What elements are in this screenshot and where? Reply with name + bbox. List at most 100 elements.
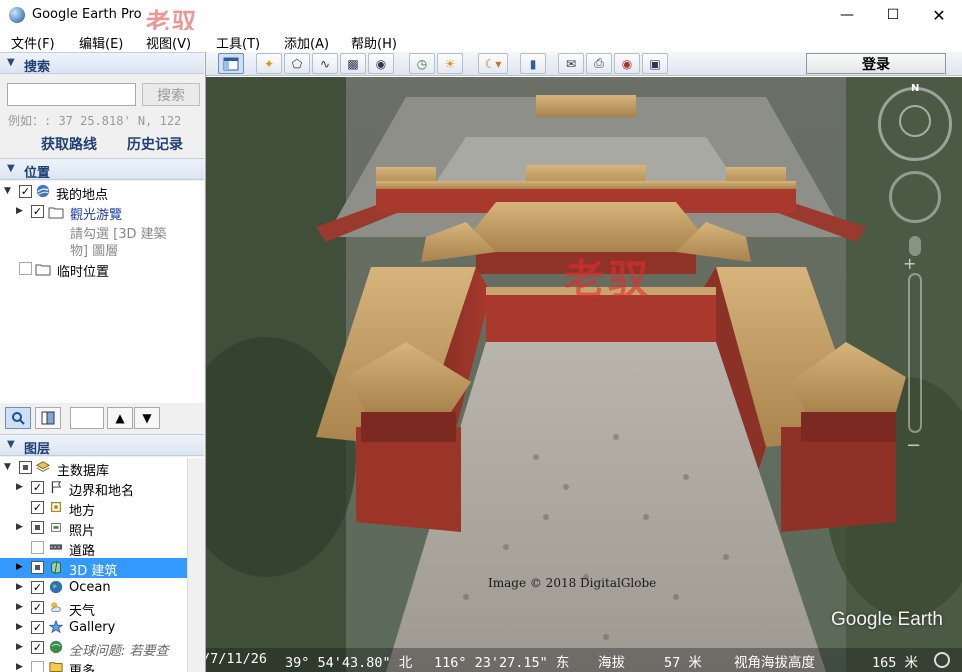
layer-3d-buildings[interactable]: ▶ 3D 建筑: [0, 558, 187, 579]
move-up-button[interactable]: ▲: [107, 407, 133, 429]
email-button[interactable]: ✉: [558, 53, 584, 74]
expand-arrow-icon[interactable]: ▶: [16, 562, 23, 572]
history-link[interactable]: 历史记录: [127, 134, 183, 154]
layer-checkbox[interactable]: [31, 561, 44, 574]
menu-tools[interactable]: 工具(T): [216, 33, 260, 52]
my-places-checkbox[interactable]: ✓: [19, 185, 32, 198]
expand-arrow-icon[interactable]: ▶: [16, 482, 23, 492]
photo-icon: [51, 523, 61, 532]
layer-checkbox[interactable]: ✓: [31, 641, 44, 654]
elevation-label: 海拔: [598, 655, 625, 671]
zoom-out-icon[interactable]: −: [906, 435, 921, 456]
add-overlay-button[interactable]: ▩: [340, 53, 366, 74]
layer-primary-database[interactable]: ▼ 主数据库: [0, 458, 187, 479]
layer-checkbox[interactable]: [31, 661, 44, 672]
menu-file[interactable]: 文件(F): [11, 33, 55, 52]
layer-checkbox[interactable]: ✓: [31, 481, 44, 494]
layer-global-awareness[interactable]: ▶ ✓ 全球问题: 若要查: [0, 638, 187, 659]
places-filter-box[interactable]: [70, 407, 104, 429]
layer-weather[interactable]: ▶ ✓ 天气: [0, 598, 187, 619]
layer-checkbox[interactable]: [31, 541, 44, 554]
layer-ocean[interactable]: ▶ ✓ Ocean: [0, 578, 187, 598]
add-placemark-button[interactable]: ✦: [256, 53, 282, 74]
search-header-label: 搜索: [24, 60, 51, 75]
places-tree: ▼ ✓ 我的地点 ▶ ✓ 觀光游覽 請勾選 [3D 建築 物] 圖層 临时位置: [0, 181, 204, 403]
expand-arrow-icon[interactable]: ▶: [16, 642, 23, 652]
view-in-maps-button[interactable]: ◉: [614, 53, 640, 74]
expand-arrow-icon[interactable]: ▶: [16, 582, 23, 592]
layer-gallery[interactable]: ▶ ✓ Gallery: [0, 618, 187, 638]
menu-add[interactable]: 添加(A): [284, 33, 329, 52]
layer-label: 照片: [69, 524, 96, 539]
planets-button[interactable]: ☾▾: [478, 53, 508, 74]
layer-checkbox[interactable]: [19, 461, 32, 474]
search-section-header[interactable]: ▼ 搜索: [0, 52, 204, 75]
layer-checkbox[interactable]: ✓: [31, 621, 44, 634]
road-icon: [49, 544, 63, 550]
sunlight-button[interactable]: ☀: [437, 53, 463, 74]
layer-borders[interactable]: ▶ ✓ 边界和地名: [0, 478, 187, 499]
move-down-button[interactable]: ▼: [134, 407, 160, 429]
zoom-slider[interactable]: [908, 273, 922, 433]
expand-arrow-icon[interactable]: ▶: [16, 662, 23, 672]
layer-photos[interactable]: ▶ 照片: [0, 518, 187, 539]
elevation-value: 57 米: [664, 655, 702, 671]
menu-view[interactable]: 视图(V): [146, 33, 191, 52]
places-section-header[interactable]: ▼ 位置: [0, 158, 204, 181]
arrow-down-icon: ▼: [142, 411, 152, 425]
layer-checkbox[interactable]: ✓: [31, 601, 44, 614]
envelope-icon: ✉: [565, 56, 577, 71]
sidebar-toggle-button[interactable]: [218, 53, 244, 74]
layers-tree: ▼ 主数据库 ▶ ✓ 边界和地名 ✓ 地方 ▶ 照片 道路 ▶ 3D 建筑 ▶ …: [0, 457, 204, 672]
layer-checkbox[interactable]: ✓: [31, 581, 44, 594]
layer-label: 天气: [69, 604, 96, 619]
main-toolbar: ✦ ⬠ ∿ ▩ ◉ ◷ ☀ ☾▾ ▮ ✉ ⎙ ◉ ▣ 登录: [206, 52, 962, 76]
layers-section-header[interactable]: ▼ 图层: [0, 434, 204, 457]
close-button[interactable]: ✕: [916, 0, 962, 30]
layer-checkbox[interactable]: [31, 521, 44, 534]
save-image-button[interactable]: ▣: [642, 53, 668, 74]
login-button[interactable]: 登录: [806, 53, 946, 74]
search-button[interactable]: 搜索: [142, 83, 200, 106]
layer-more[interactable]: ▶ 更多: [0, 658, 187, 672]
add-path-button[interactable]: ∿: [312, 53, 338, 74]
layers-scrollbar[interactable]: [187, 458, 204, 672]
places-header-label: 位置: [24, 166, 51, 181]
move-joystick[interactable]: [889, 171, 941, 223]
tree-item-my-places[interactable]: ▼ ✓ 我的地点: [0, 182, 204, 203]
toggle-panel-button[interactable]: [35, 407, 61, 429]
look-joystick[interactable]: [899, 105, 931, 137]
star-icon: [48, 620, 64, 634]
zoom-in-icon[interactable]: +: [903, 254, 916, 273]
layer-label: 地方: [69, 504, 96, 519]
tree-item-tour[interactable]: ▶ ✓ 觀光游覽: [0, 202, 204, 223]
map-view[interactable]: 老驭 Image © 2018 DigitalGlobe Google Eart…: [206, 77, 962, 672]
expand-arrow-icon[interactable]: ▶: [16, 522, 23, 532]
menu-edit[interactable]: 编辑(E): [79, 33, 123, 52]
search-input[interactable]: [7, 83, 136, 106]
search-example-text: 例如：: 37 25.818' N, 122: [8, 114, 182, 128]
maximize-button[interactable]: ☐: [870, 0, 916, 30]
layer-places[interactable]: ✓ 地方: [0, 498, 187, 519]
expand-arrow-icon[interactable]: ▶: [16, 622, 23, 632]
layer-roads[interactable]: 道路: [0, 538, 187, 559]
add-polygon-button[interactable]: ⬠: [284, 53, 310, 74]
layer-checkbox[interactable]: ✓: [31, 501, 44, 514]
expand-arrow-icon[interactable]: ▶: [16, 602, 23, 612]
historical-imagery-button[interactable]: ◷: [409, 53, 435, 74]
get-directions-link[interactable]: 获取路线: [41, 134, 97, 154]
tour-hint-line-2: 物] 圖層: [70, 244, 119, 259]
minimize-button[interactable]: —: [824, 0, 870, 30]
menu-help[interactable]: 帮助(H): [351, 33, 397, 52]
ruler-button[interactable]: ▮: [520, 53, 546, 74]
expand-arrow-icon[interactable]: ▶: [16, 206, 23, 216]
tree-item-temporary[interactable]: 临时位置: [0, 259, 204, 280]
tour-checkbox[interactable]: ✓: [31, 205, 44, 218]
collapse-arrow-icon[interactable]: ▼: [4, 462, 11, 472]
print-button[interactable]: ⎙: [586, 53, 612, 74]
search-places-button[interactable]: [5, 407, 31, 429]
collapse-arrow-icon[interactable]: ▼: [4, 186, 11, 196]
temporary-checkbox[interactable]: [19, 262, 32, 275]
street-view-pegman-icon[interactable]: [909, 236, 921, 256]
record-tour-button[interactable]: ◉: [368, 53, 394, 74]
